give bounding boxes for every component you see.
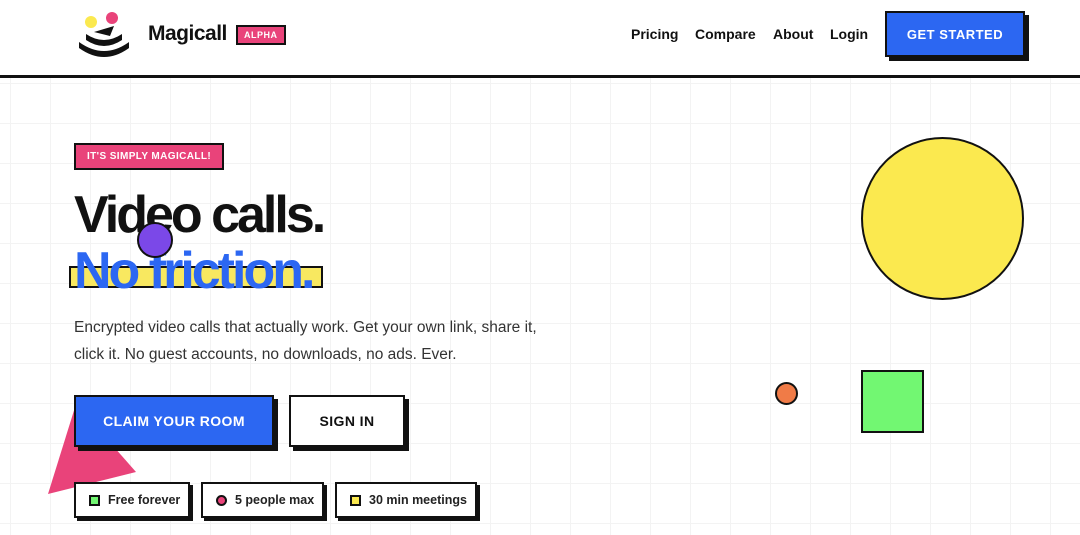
nav-compare-link[interactable]: Compare: [695, 26, 756, 42]
purple-dot-decoration: [137, 222, 173, 258]
nav-about-link[interactable]: About: [773, 26, 813, 42]
claim-room-button[interactable]: CLAIM YOUR ROOM: [74, 395, 274, 447]
green-square-icon: [89, 494, 100, 506]
green-square-decoration: [861, 370, 924, 433]
feature-chip-duration: 30 min meetings: [335, 482, 477, 518]
get-started-button[interactable]: GET STARTED: [885, 11, 1025, 57]
site-header: Magicall ALPHA Pricing Compare About Log…: [0, 0, 1080, 78]
nav-login-link[interactable]: Login: [830, 26, 868, 42]
headline-line-2: No friction.: [74, 242, 315, 300]
sign-in-button[interactable]: SIGN IN: [289, 395, 405, 447]
feature-label: 5 people max: [235, 493, 315, 507]
pink-circle-icon: [216, 494, 227, 506]
feature-chip-people: 5 people max: [201, 482, 324, 518]
feature-label: 30 min meetings: [369, 493, 467, 507]
yellow-square-icon: [350, 494, 361, 506]
tagline-badge: IT'S SIMPLY MAGICALL!: [74, 143, 225, 170]
orange-dot-decoration: [775, 382, 798, 405]
alpha-badge: ALPHA: [236, 25, 286, 45]
yellow-circle-decoration: [861, 137, 1024, 300]
magicall-logo-icon[interactable]: [76, 10, 132, 58]
brand-name[interactable]: Magicall: [148, 22, 227, 46]
feature-label: Free forever: [108, 493, 181, 507]
nav-pricing-link[interactable]: Pricing: [631, 26, 678, 42]
hero-description: Encrypted video calls that actually work…: [74, 319, 537, 363]
feature-chip-free: Free forever: [74, 482, 190, 518]
headline-line-1: Video calls.: [74, 186, 326, 244]
